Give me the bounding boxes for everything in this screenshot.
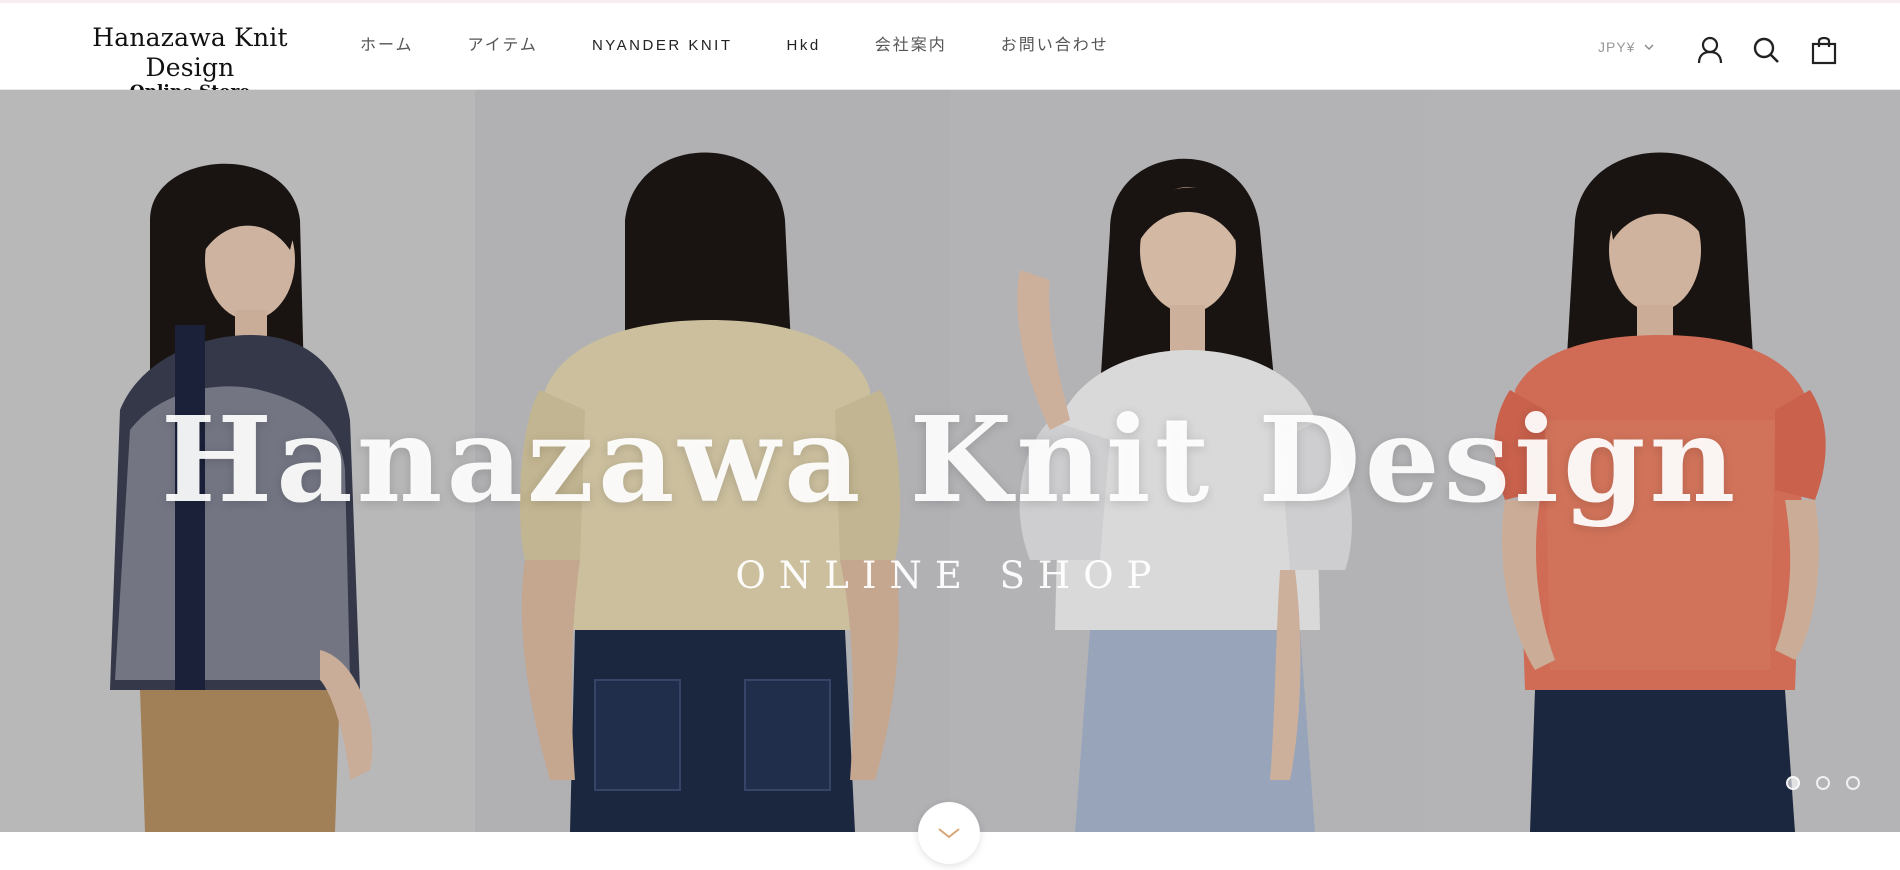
cart-icon[interactable]: [1808, 34, 1840, 66]
currency-selector[interactable]: JPY¥: [1598, 39, 1655, 55]
main-nav: ホーム アイテム NYANDER KNIT Hkd 会社案内 お問い合わせ: [360, 3, 1163, 93]
site-header: Hanazawa Knit Design Online Store ホーム アイ…: [0, 0, 1900, 101]
logo-title: Hanazawa Knit Design: [92, 23, 288, 82]
search-icon[interactable]: [1750, 34, 1782, 66]
slide-pagination: [1786, 776, 1860, 790]
slide-dot-3[interactable]: [1846, 776, 1860, 790]
scroll-down-button[interactable]: [918, 802, 980, 864]
nav-item-nyander-knit[interactable]: NYANDER KNIT: [592, 3, 733, 93]
currency-label: JPY¥: [1598, 39, 1636, 55]
chevron-down-icon: [938, 828, 960, 839]
hero-title: Hanazawa Knit Design: [160, 390, 1740, 529]
slide-dot-2[interactable]: [1816, 776, 1830, 790]
slide-dot-1[interactable]: [1786, 776, 1800, 790]
hero-subtitle: ONLINE SHOP: [735, 554, 1165, 597]
nav-item-hkd[interactable]: Hkd: [787, 3, 821, 93]
account-icon[interactable]: [1694, 34, 1726, 66]
chevron-down-icon: [1644, 44, 1654, 50]
nav-item-home[interactable]: ホーム: [360, 3, 414, 93]
nav-item-contact[interactable]: お問い合わせ: [1001, 3, 1109, 93]
hero-slideshow: Hanazawa Knit Design ONLINE SHOP: [0, 90, 1900, 832]
nav-item-company[interactable]: 会社案内: [875, 3, 947, 93]
nav-item-items[interactable]: アイテム: [468, 3, 538, 93]
